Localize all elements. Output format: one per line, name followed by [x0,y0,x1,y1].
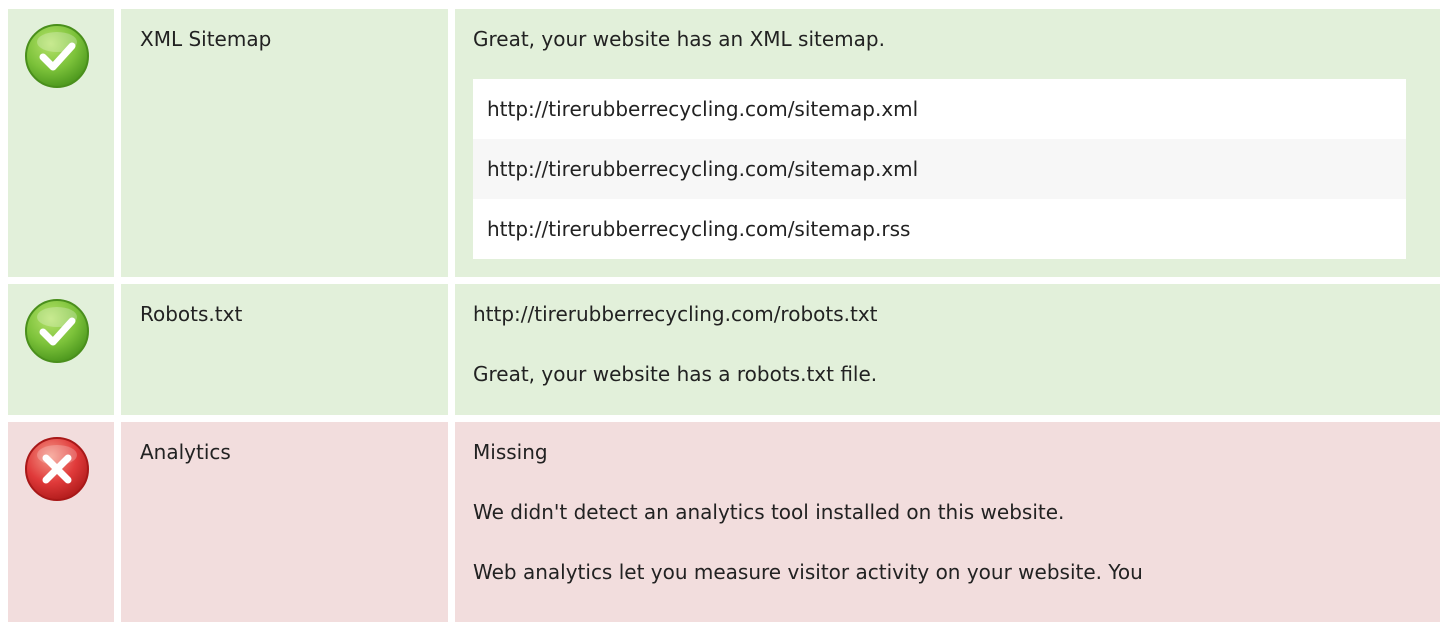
check-name: XML Sitemap [121,9,455,277]
robots-url-text: http://tirerubberrecycling.com/robots.tx… [473,302,878,326]
list-item: http://tirerubberrecycling.com/sitemap.x… [473,79,1406,139]
audit-row-analytics: Analytics Missing We didn't detect an an… [8,422,1440,622]
sitemap-url-list: http://tirerubberrecycling.com/sitemap.x… [473,79,1406,259]
check-description: Great, your website has an XML sitemap. … [455,9,1440,277]
description-text: Great, your website has a robots.txt fil… [473,362,878,386]
check-description: http://tirerubberrecycling.com/robots.tx… [455,284,1440,415]
check-name: Robots.txt [121,284,455,415]
description-text: Web analytics let you measure visitor ac… [473,560,1143,584]
description-text: Great, your website has an XML sitemap. [473,27,885,51]
audit-row-robots-txt: Robots.txt http://tirerubberrecycling.co… [8,284,1440,422]
check-circle-icon [25,299,89,363]
check-name-label: Analytics [140,440,231,464]
check-name-label: XML Sitemap [140,27,272,51]
check-circle-icon [25,24,89,88]
check-description: Missing We didn't detect an analytics to… [455,422,1440,622]
status-text: Missing [473,440,548,464]
x-circle-icon [25,437,89,501]
audit-table: XML Sitemap Great, your website has an X… [8,9,1440,622]
status-cell [8,9,121,277]
description-text: We didn't detect an analytics tool insta… [473,500,1065,524]
list-item: http://tirerubberrecycling.com/sitemap.r… [473,199,1406,259]
check-name-label: Robots.txt [140,302,243,326]
list-item: http://tirerubberrecycling.com/sitemap.x… [473,139,1406,199]
check-name: Analytics [121,422,455,622]
status-cell [8,284,121,415]
audit-row-xml-sitemap: XML Sitemap Great, your website has an X… [8,9,1440,284]
status-cell [8,422,121,622]
